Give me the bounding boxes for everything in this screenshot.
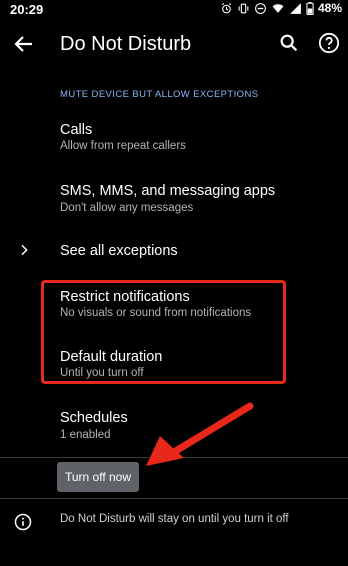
schedules-subtitle: 1 enabled (60, 429, 111, 441)
calls-subtitle: Allow from repeat callers (60, 140, 186, 152)
chevron-right-icon (16, 242, 32, 258)
messaging-apps-title: SMS, MMS, and messaging apps (60, 183, 276, 199)
divider (0, 498, 348, 499)
footer-info-text: Do Not Disturb will stay on until you tu… (60, 513, 289, 525)
section-header: MUTE DEVICE BUT ALLOW EXCEPTIONS (60, 89, 259, 100)
highlight-box (41, 280, 286, 384)
calls-title: Calls (60, 122, 93, 138)
schedules-title: Schedules (60, 410, 128, 426)
alarm-icon (220, 2, 233, 15)
page-title: Do Not Disturb (60, 33, 192, 55)
app-bar: Do Not Disturb (0, 22, 348, 66)
see-all-exceptions-item[interactable]: See all exceptions (0, 232, 348, 270)
status-bar: 20:29 48% (0, 0, 348, 22)
battery-percent: 48% (317, 1, 342, 15)
dnd-icon (254, 2, 267, 15)
see-all-exceptions-title: See all exceptions (60, 243, 178, 259)
search-icon[interactable] (278, 32, 300, 54)
messaging-apps-subtitle: Don't allow any messages (60, 202, 194, 214)
info-icon (14, 513, 32, 531)
status-icons: 48% (220, 1, 342, 15)
messaging-apps-item[interactable]: SMS, MMS, and messaging apps Don't allow… (0, 174, 348, 224)
calls-item[interactable]: Calls Allow from repeat callers (0, 112, 348, 162)
signal-icon (289, 2, 302, 15)
vibrate-icon (237, 2, 250, 15)
help-icon[interactable] (318, 32, 340, 54)
wifi-icon (271, 2, 285, 15)
annotation-arrow-icon (146, 402, 254, 466)
arrow-back-icon[interactable] (12, 32, 36, 56)
battery-icon (306, 1, 314, 15)
turn-off-now-button[interactable]: Turn off now (57, 462, 139, 492)
status-time: 20:29 (10, 2, 44, 17)
